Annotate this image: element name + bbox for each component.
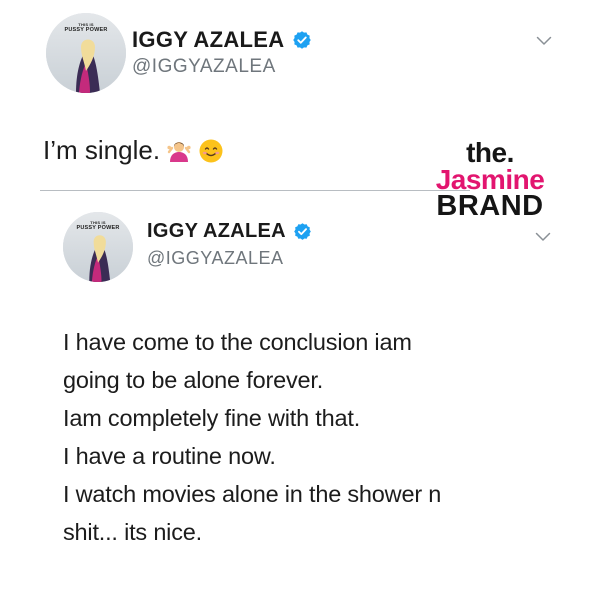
tweet-text: I have come to the conclusion iam going … xyxy=(63,323,573,551)
tweet-text-line: going to be alone forever. xyxy=(63,367,324,393)
tweet-text-content: I’m single. xyxy=(43,135,161,165)
tweet-text-line: Iam completely fine with that. xyxy=(63,405,361,431)
verified-badge-icon xyxy=(292,30,312,50)
watermark-the: the. xyxy=(466,137,514,168)
avatar[interactable]: THIS IS PUSSY POWER xyxy=(63,212,133,282)
tweet-text-line: I watch movies alone in the shower n xyxy=(63,481,442,507)
smiling-face-icon xyxy=(198,138,224,164)
tweet-card-2: THIS IS PUSSY POWER IGGY AZALEA @IGGYAZA… xyxy=(0,190,595,595)
tweet-text: I’m single. xyxy=(43,135,224,166)
tweet-text-line: I have come to the conclusion iam xyxy=(63,329,412,355)
handle[interactable]: @IGGYAZALEA xyxy=(147,248,283,269)
tweet-text-line: shit... its nice. xyxy=(63,519,202,545)
chevron-down-icon[interactable] xyxy=(535,232,551,242)
display-name[interactable]: IGGY AZALEA xyxy=(132,27,284,53)
author-row: IGGY AZALEA xyxy=(147,220,312,243)
avatar-caption: THIS IS PUSSY POWER xyxy=(46,22,126,34)
handle[interactable]: @IGGYAZALEA xyxy=(132,56,276,78)
avatar-caption-big: PUSSY POWER xyxy=(64,27,108,34)
chevron-down-icon[interactable] xyxy=(536,36,552,46)
display-name[interactable]: IGGY AZALEA xyxy=(147,220,286,243)
avatar-caption: THIS IS PUSSY POWER xyxy=(63,220,133,232)
author-row: IGGY AZALEA xyxy=(132,27,312,53)
avatar[interactable]: THIS IS PUSSY POWER xyxy=(46,13,126,93)
tweet-text-line: I have a routine now. xyxy=(63,443,276,469)
verified-badge-icon xyxy=(293,222,312,241)
avatar-caption-big: PUSSY POWER xyxy=(76,225,120,232)
person-shrugging-icon xyxy=(166,138,192,164)
